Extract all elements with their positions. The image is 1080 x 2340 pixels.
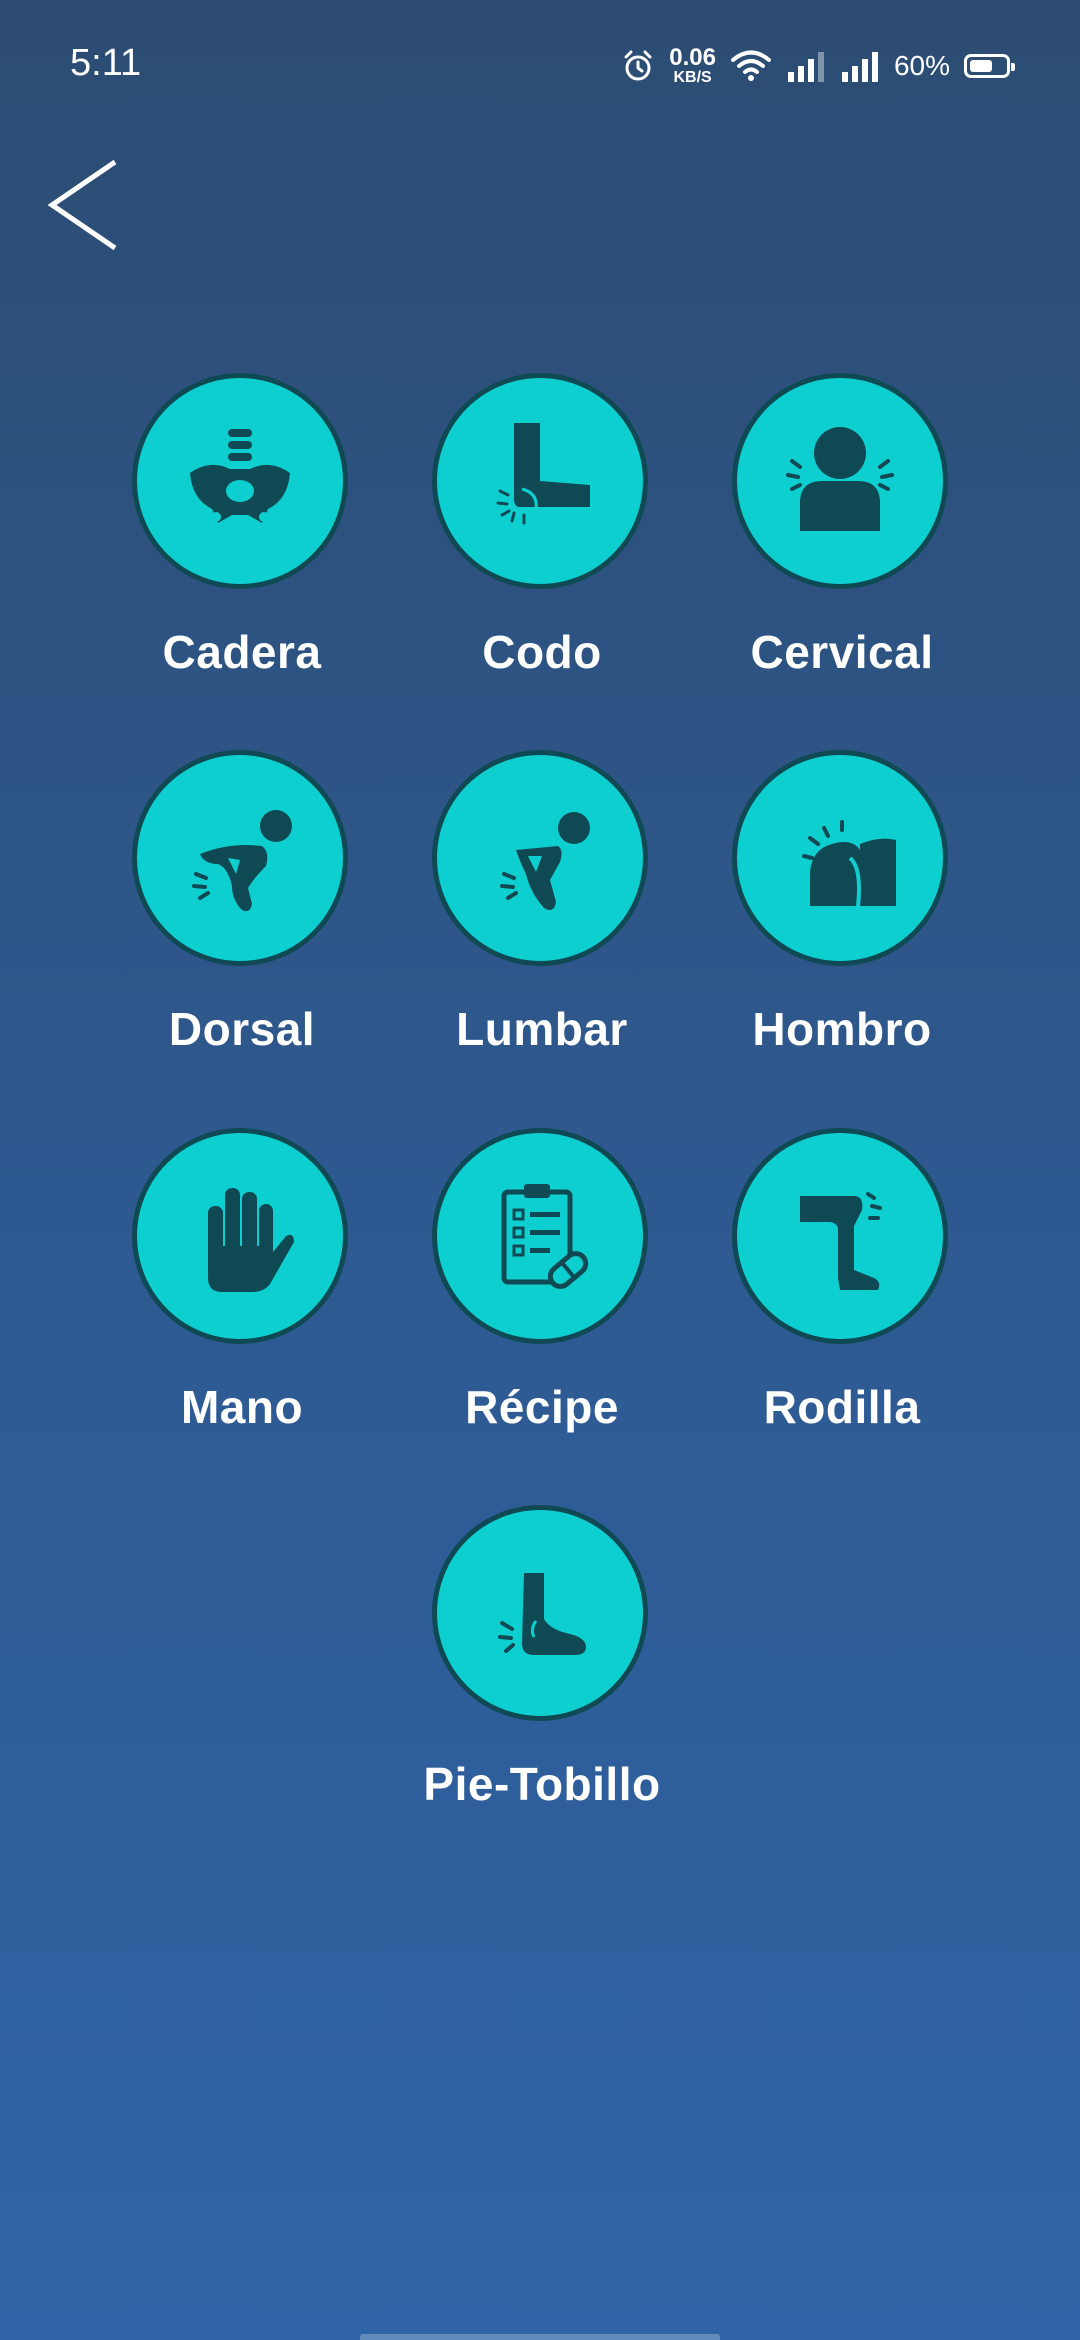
category-recipe[interactable]: Récipe	[392, 1128, 692, 1458]
category-circle	[732, 1128, 948, 1344]
category-label: Hombro	[752, 1003, 932, 1055]
category-pie-tobillo[interactable]: Pie-Tobillo	[392, 1505, 692, 1835]
category-codo[interactable]: Codo	[392, 373, 692, 703]
category-mano[interactable]: Mano	[92, 1128, 392, 1458]
category-cadera[interactable]: Cadera	[92, 373, 392, 703]
home-indicator[interactable]	[360, 2334, 720, 2340]
category-label: Dorsal	[168, 1003, 316, 1055]
pelvis-icon	[190, 429, 290, 523]
category-label: Cadera	[162, 626, 322, 678]
category-cervical[interactable]: Cervical	[692, 373, 992, 703]
category-grid: Cadera Codo Cervical Dorsal Lumbar Hombr…	[0, 0, 1080, 2340]
category-label: Récipe	[465, 1381, 619, 1433]
lower-back-icon	[500, 812, 590, 910]
category-circle	[132, 750, 348, 966]
category-label: Cervical	[750, 626, 934, 678]
hand-icon	[208, 1188, 294, 1292]
category-circle	[732, 373, 948, 589]
elbow-icon	[496, 423, 590, 525]
category-circle	[132, 373, 348, 589]
category-label: Lumbar	[456, 1003, 628, 1055]
category-rodilla[interactable]: Rodilla	[692, 1128, 992, 1458]
category-label: Rodilla	[763, 1381, 921, 1433]
shoulder-icon	[802, 820, 896, 907]
category-circle	[432, 1128, 648, 1344]
category-circle	[132, 1128, 348, 1344]
upper-back-icon	[192, 810, 292, 912]
category-circle	[732, 750, 948, 966]
category-circle	[432, 1505, 648, 1721]
category-hombro[interactable]: Hombro	[692, 750, 992, 1080]
prescription-icon	[501, 1184, 589, 1289]
category-label: Pie-Tobillo	[423, 1758, 661, 1810]
neck-icon	[786, 427, 894, 531]
knee-icon	[800, 1192, 882, 1290]
category-label: Mano	[180, 1381, 304, 1433]
category-circle	[432, 750, 648, 966]
category-dorsal[interactable]: Dorsal	[92, 750, 392, 1080]
category-lumbar[interactable]: Lumbar	[392, 750, 692, 1080]
category-label: Codo	[482, 626, 602, 678]
foot-icon	[498, 1573, 586, 1655]
category-circle	[432, 373, 648, 589]
